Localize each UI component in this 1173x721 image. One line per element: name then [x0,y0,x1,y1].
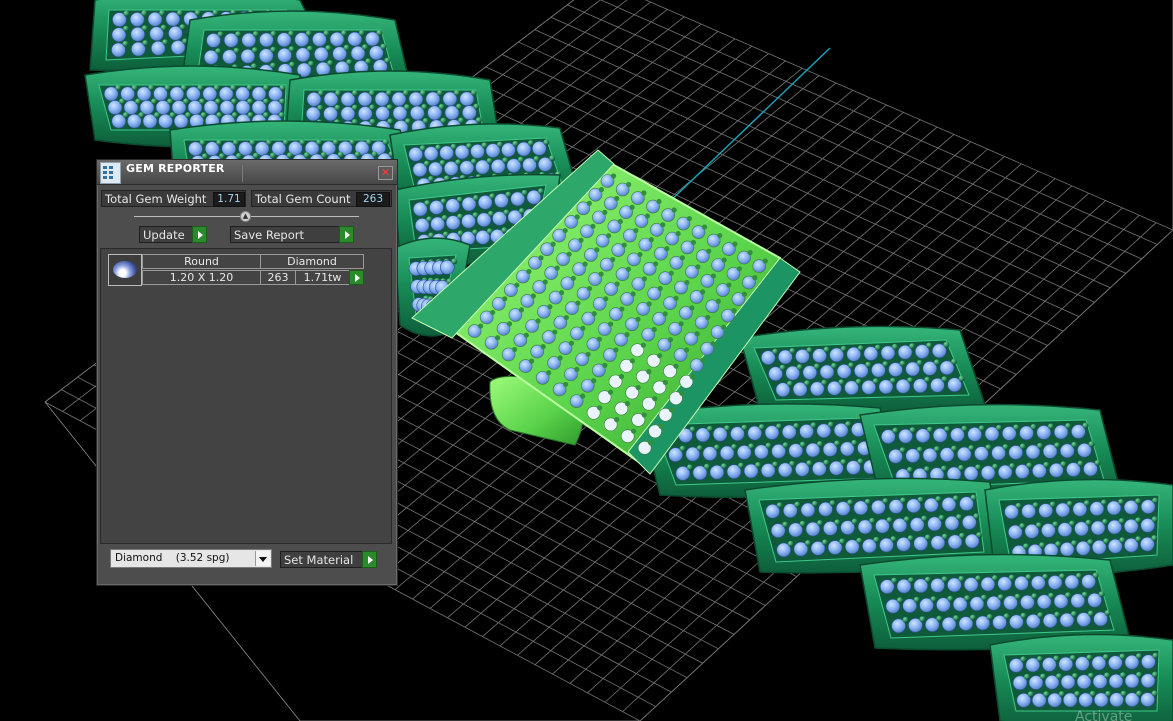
gem-count: 263 [260,270,296,285]
update-button-label: Update [143,228,185,242]
save-report-button-label: Save Report [234,228,305,242]
gem-weight: 1.71tw [295,270,350,285]
select-gem-arrow-icon[interactable] [349,270,364,285]
total-gem-count: Total Gem Count 263 [251,190,392,207]
gem-list: Round Diamond 1.20 X 1.20 263 1.71tw [100,248,392,544]
window-title: GEM REPORTER [126,162,225,175]
material-select-value: Diamond (3.52 spg) [115,552,230,564]
collapse-toggle-icon[interactable]: ▲ [240,211,251,222]
material-select[interactable]: Diamond (3.52 spg) [110,549,272,568]
gem-size: 1.20 X 1.20 [142,270,261,285]
gem-shape: Round [142,254,261,269]
gem-reporter-icon [100,162,121,184]
chevron-down-icon[interactable] [255,551,270,566]
close-icon[interactable]: ✕ [378,166,393,180]
update-button[interactable]: Update [139,226,207,243]
watermark-text: Activate [1075,709,1132,721]
total-gem-weight-value: 1.71 [213,192,245,207]
set-material-button[interactable]: Set Material [280,551,377,568]
play-arrow-icon [362,551,377,568]
play-arrow-icon [339,226,354,243]
play-arrow-icon [192,226,207,243]
total-gem-weight: Total Gem Weight 1.71 [101,190,246,207]
title-bar[interactable]: GEM REPORTER ✕ [97,160,397,185]
total-gem-count-value: 263 [356,192,390,207]
round-diamond-icon [108,254,142,286]
total-gem-weight-label: Total Gem Weight [105,192,207,206]
gem-material: Diamond [260,254,364,269]
total-gem-count-label: Total Gem Count [255,192,351,206]
set-material-button-label: Set Material [284,553,354,567]
title-separator [242,165,243,182]
gem-reporter-panel: GEM REPORTER ✕ Total Gem Weight 1.71 Tot… [96,159,398,586]
save-report-button[interactable]: Save Report [230,226,354,243]
